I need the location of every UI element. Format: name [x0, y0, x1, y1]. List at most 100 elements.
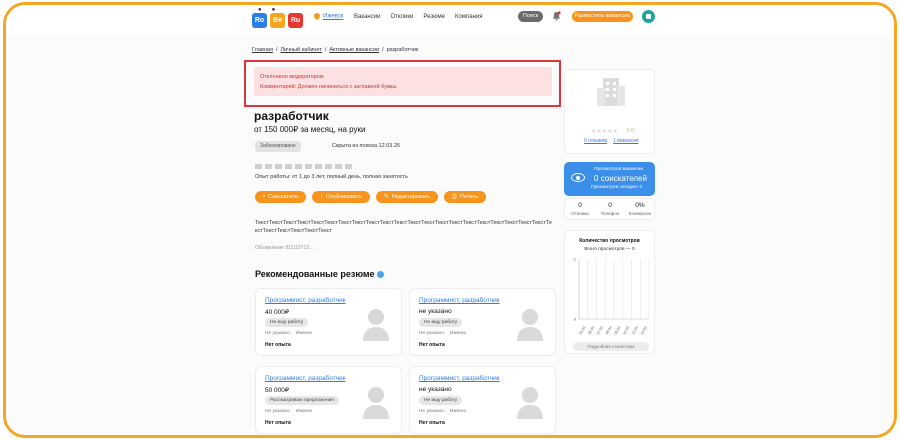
eye-icon: [571, 173, 585, 182]
resume-experience: Нет опыта: [265, 420, 291, 426]
ad-number: Объявление ID1119712...: [255, 245, 314, 251]
breadcrumb-active-vacancies[interactable]: Активные вакансии: [329, 47, 379, 53]
upload-icon: ↑: [320, 194, 324, 200]
resume-card-1[interactable]: Программист, разработчик 40 000₽ Не ищу …: [255, 288, 402, 356]
resume-salary: не указано: [419, 308, 452, 315]
chart-x-tick-label: 10.03: [622, 326, 630, 336]
breadcrumb: Главная / Личный кабинет / Активные ваканс…: [252, 47, 419, 53]
logo-letter-2: Be: [270, 13, 285, 28]
resume-experience: Нет опыта: [419, 420, 445, 426]
heart-icon: [376, 271, 384, 279]
pin-icon: •: [263, 194, 266, 200]
resume-meta: Не указано Ижевск: [265, 331, 313, 336]
resume-card-3[interactable]: Программист, разработчик 50 000₽ Рассмат…: [255, 366, 402, 434]
top-header: ●● Ro Be Ru Ижевск Вакансии Отклики Резю…: [6, 5, 894, 35]
city-label: Ижевск: [323, 13, 344, 20]
resume-card-2[interactable]: Программист, разработчик не указано Не и…: [409, 288, 556, 356]
chart-subtitle: Всего просмотров — 0: [584, 247, 635, 252]
chart-x-tick-label: 09.03: [614, 326, 622, 336]
bell-icon[interactable]: [552, 11, 561, 21]
chart-x-tick-label: 06.03: [587, 326, 595, 336]
vacancy-title: разработчик: [254, 109, 329, 123]
vacancy-description: ТекстТекстТекстТекстТекстТекстТекстТекст…: [255, 220, 552, 234]
resume-status-badge: Не ищу работу: [265, 318, 309, 327]
resume-status-badge: Рассматриваю предложения: [265, 396, 339, 405]
status-badge: Заблокировано: [255, 141, 301, 152]
experience-info: Опыт работы: от 1 до 3 лет, полный день,…: [255, 174, 408, 180]
views-chart-card: Количество просмотров Всего просмотров —…: [564, 230, 655, 354]
stat-conversion: 0% Конверсия: [628, 202, 652, 216]
publish-button[interactable]: ↑ Опубликовать: [312, 191, 371, 203]
avatar-placeholder-icon: [363, 387, 389, 419]
resume-title-link[interactable]: Программист, разработчик: [265, 297, 346, 304]
reviews-link[interactable]: 0 отзывов: [584, 138, 607, 144]
stat-phone: 0 Телефон: [600, 202, 620, 216]
blurred-info: [255, 164, 352, 169]
stats-card: 0 Отклики 0 Телефон 0% Конверсия: [564, 198, 655, 220]
resume-meta: Не указано Ижевск: [419, 331, 467, 336]
edit-icon: ✎: [384, 194, 390, 200]
applicants-button[interactable]: • Соискатели: [255, 191, 307, 203]
nav-responses[interactable]: Отклики: [390, 14, 413, 20]
moderation-alert: Отклонено модератором Комментарий: Долже…: [254, 67, 552, 96]
rating-value: 0.0: [627, 128, 634, 134]
avatar-placeholder-icon: [517, 309, 543, 341]
recommended-title: Рекомендованные резюме: [255, 269, 384, 279]
vacancy-salary: от 150 000₽ за месяц, на руки: [254, 125, 366, 134]
views-label: Просмотров вакансии: [594, 167, 643, 172]
detailed-stats-button[interactable]: Подробная статистика: [573, 342, 649, 351]
views-card: Просмотров вакансии 0 соискателей Просмо…: [564, 162, 655, 196]
chart-x-tick-label: 05.03: [579, 326, 587, 336]
logo-letter-1: Ro: [252, 13, 267, 28]
resume-title-link[interactable]: Программист, разработчик: [265, 375, 346, 382]
vacancy-actions: • Соискатели ↑ Опубликовать ✎ Редактиров…: [255, 191, 486, 203]
resume-title-link[interactable]: Программист, разработчик: [419, 375, 500, 382]
company-links: 0 отзывов 1 вакансия: [584, 138, 638, 144]
resume-status-badge: Не ищу работу: [419, 318, 463, 327]
city-selector[interactable]: Ижевск: [312, 11, 344, 21]
chart-x-tick-label: 07.03: [596, 326, 604, 336]
breadcrumb-home[interactable]: Главная: [252, 47, 273, 53]
resume-card-4[interactable]: Программист, разработчик не указано Не и…: [409, 366, 556, 434]
app-frame: ●● Ro Be Ru Ижевск Вакансии Отклики Резю…: [3, 2, 897, 438]
avatar-placeholder-icon: [517, 387, 543, 419]
resume-meta: Не указано Ижевск: [419, 409, 467, 414]
resume-meta: Не указано Ижевск: [265, 409, 313, 414]
chart-y-tick-label: 0: [574, 317, 577, 322]
alert-comment: Комментарий: Должен начинаться с заглавн…: [260, 84, 398, 90]
nav-company[interactable]: Компания: [455, 14, 482, 20]
chart-x-tick-label: 11.03: [631, 326, 639, 336]
chart-x-tick-label: 12.03: [640, 326, 648, 336]
nav-vacancies[interactable]: Вакансии: [354, 14, 380, 20]
chart-y-tick-label: 1: [574, 257, 577, 262]
building-icon: [597, 78, 625, 106]
resume-status-badge: Не ищу работу: [419, 396, 463, 405]
post-vacancy-button[interactable]: Разместить вакансию: [572, 11, 633, 22]
main-nav: Вакансии Отклики Резюме Компания: [354, 14, 482, 20]
resume-salary: 40 000₽: [265, 309, 290, 316]
resume-salary: 50 000₽: [265, 387, 290, 394]
user-avatar[interactable]: [642, 10, 655, 23]
vacancies-link[interactable]: 1 вакансия: [613, 138, 638, 144]
hidden-note: Скрыта из поиска 12.03.26: [332, 143, 400, 149]
chart-x-tick-label: 08.03: [605, 326, 613, 336]
logo-letter-3: Ru: [288, 13, 303, 28]
company-card: ★★★★★ 0.0 0 отзывов 1 вакансия: [564, 69, 655, 154]
breadcrumb-current: разработчик: [386, 47, 419, 53]
stat-responses: 0 Отклики: [571, 202, 589, 216]
search-button[interactable]: Поиск: [518, 11, 543, 22]
robe-ru-logo[interactable]: ●● Ro Be Ru: [252, 7, 308, 29]
avatar-placeholder-icon: [363, 309, 389, 341]
print-icon: ⎙: [452, 194, 457, 200]
views-chart: 0 1 05.03 06.03 07.03 08.03 09.03 10.03 11.03 12.…: [574, 257, 650, 336]
resume-salary: не указано: [419, 386, 452, 393]
resume-experience: Нет опыта: [265, 342, 291, 348]
print-button[interactable]: ⎙ Печать: [444, 191, 486, 203]
breadcrumb-cabinet[interactable]: Личный кабинет: [280, 47, 321, 53]
nav-resumes[interactable]: Резюме: [423, 14, 445, 20]
location-pin-icon: [312, 11, 322, 21]
alert-title: Отклонено модератором: [260, 74, 324, 80]
views-today: Просмотров сегодня: 0: [591, 185, 643, 190]
edit-button[interactable]: ✎ Редактировать: [376, 191, 439, 203]
resume-title-link[interactable]: Программист, разработчик: [419, 297, 500, 304]
